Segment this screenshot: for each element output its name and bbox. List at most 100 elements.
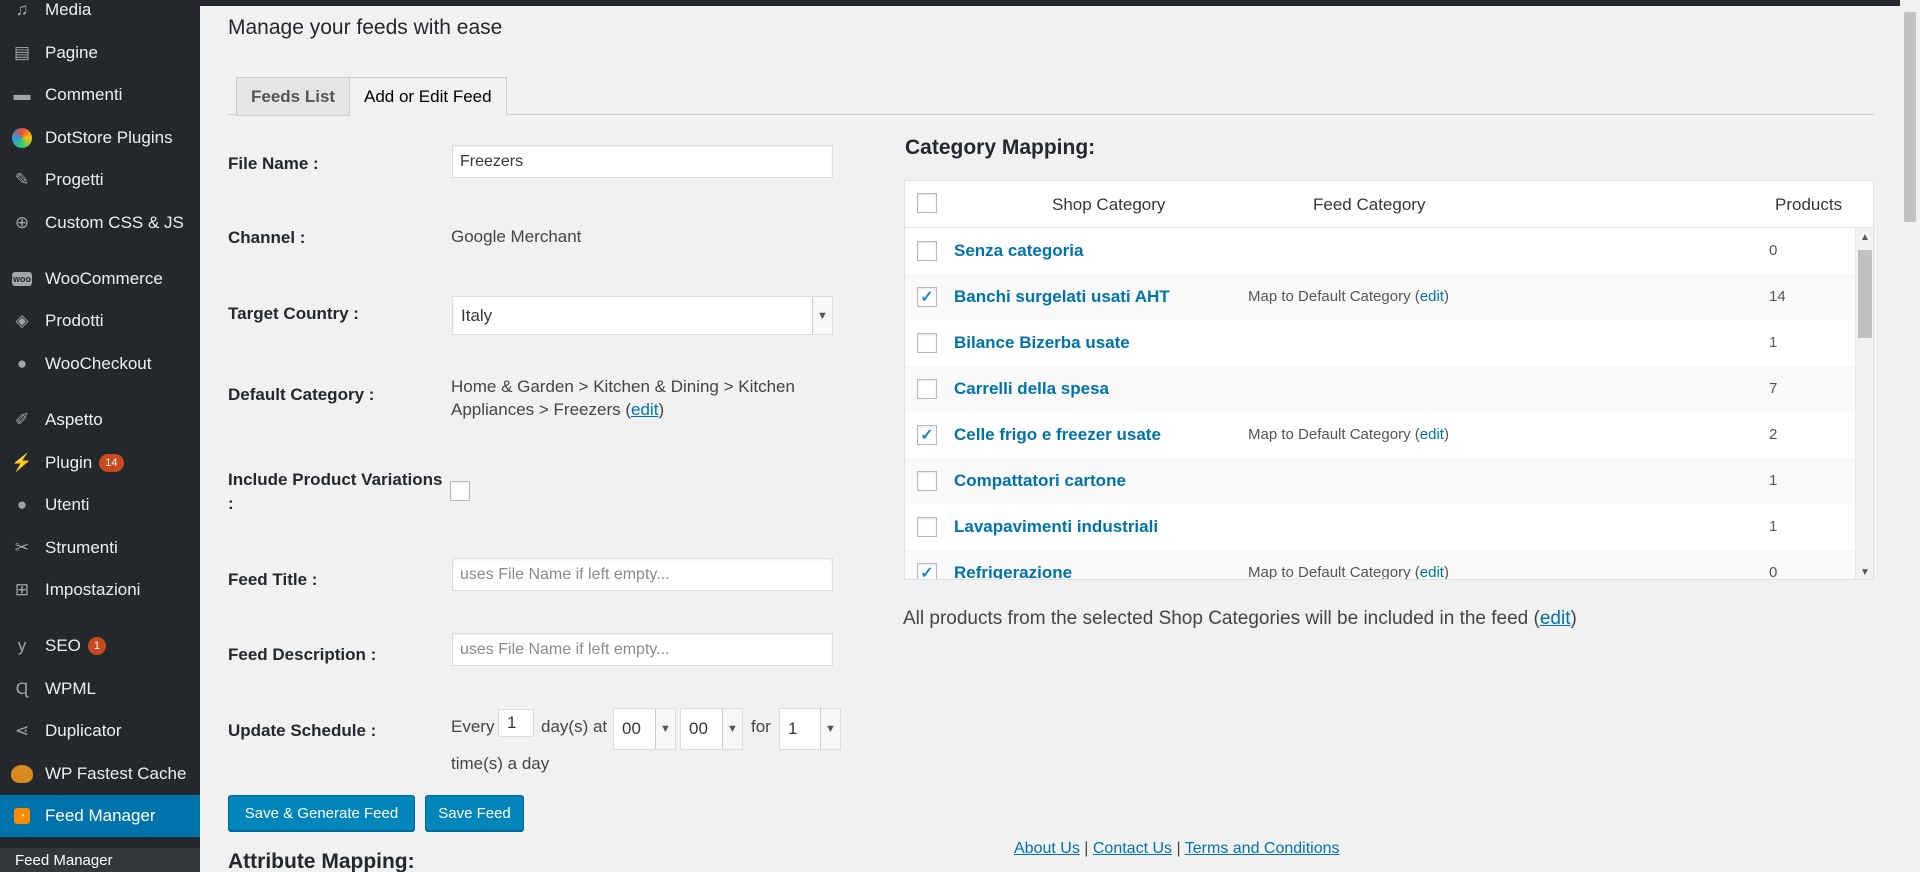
feed-category-mapping: Map to Default Category (edit) xyxy=(1248,426,1449,443)
sidebar-item-media[interactable]: ♫ Media xyxy=(0,0,200,28)
scroll-thumb[interactable] xyxy=(1858,250,1872,338)
feed-description-label: Feed Description : xyxy=(228,645,377,664)
schedule-hour-select[interactable]: 00 ▼ xyxy=(613,708,676,750)
file-name-label: File Name : xyxy=(228,154,319,173)
schedule-minute-select[interactable]: 00 ▼ xyxy=(680,708,743,750)
feed-description-input[interactable] xyxy=(452,633,833,666)
feed-title-label: Feed Title : xyxy=(228,570,318,589)
mapping-edit-link[interactable]: edit xyxy=(1420,426,1444,443)
plugin-update-badge: 14 xyxy=(99,454,124,472)
shop-category-link[interactable]: Bilance Bizerba usate xyxy=(954,333,1130,353)
table-row: ✓ Refrigerazione Map to Default Category (… xyxy=(905,550,1855,580)
shop-category-link[interactable]: Banchi surgelati usati AHT xyxy=(954,287,1170,307)
attribute-mapping-title: Attribute Mapping: xyxy=(228,850,415,872)
sidebar-item-tools[interactable]: ✂ Strumenti xyxy=(0,530,200,566)
category-row-checkbox[interactable] xyxy=(917,241,937,261)
sidebar-item-products[interactable]: ◈ Prodotti xyxy=(0,303,200,339)
sidebar-item-seo[interactable]: y SEO 1 xyxy=(0,628,200,664)
select-all-checkbox[interactable] xyxy=(917,193,937,213)
category-row-checkbox[interactable] xyxy=(917,333,937,353)
shop-category-link[interactable]: Compattatori cartone xyxy=(954,471,1126,491)
woocommerce-icon: woo xyxy=(12,272,32,286)
pages-icon: ▤ xyxy=(13,43,31,62)
product-count: 14 xyxy=(1769,288,1786,305)
chevron-down-icon: ▼ xyxy=(655,709,675,749)
default-category-label: Default Category : xyxy=(228,385,375,404)
sidebar-item-wpml[interactable]: Ɋ WPML xyxy=(0,671,200,707)
file-name-input[interactable] xyxy=(452,145,833,178)
mapping-edit-link[interactable]: edit xyxy=(1420,564,1444,579)
product-count: 7 xyxy=(1769,380,1778,397)
table-row: Bilance Bizerba usate 1 xyxy=(905,320,1855,366)
sidebar-item-feed-manager[interactable]: ◔ Feed Manager xyxy=(0,795,200,837)
target-country-select[interactable]: Italy ▼ xyxy=(452,296,833,335)
sidebar-item-projects[interactable]: ✎ Progetti xyxy=(0,162,200,198)
category-table-body[interactable]: Senza categoria 0 ✓ Banchi surgelati usati … xyxy=(905,228,1855,580)
sidebar-item-plugins[interactable]: ⚡ Plugin 14 xyxy=(0,445,200,481)
schedule-times-select[interactable]: 1 ▼ xyxy=(779,708,841,750)
product-count: 1 xyxy=(1769,472,1778,489)
sidebar-item-appearance[interactable]: ✐ Aspetto xyxy=(0,402,200,438)
terms-link[interactable]: Terms and Conditions xyxy=(1185,840,1340,857)
yoast-icon: y xyxy=(17,636,27,655)
product-count: 1 xyxy=(1769,518,1778,535)
category-row-checkbox[interactable] xyxy=(917,471,937,491)
category-row-checkbox[interactable]: ✓ xyxy=(917,287,937,307)
category-row-checkbox[interactable] xyxy=(917,379,937,399)
wrench-icon: ✂ xyxy=(14,538,30,557)
category-row-checkbox[interactable]: ✓ xyxy=(917,425,937,445)
product-count: 0 xyxy=(1769,564,1778,580)
tab-feeds-list[interactable]: Feeds List xyxy=(236,77,351,116)
save-generate-feed-button[interactable]: Save & Generate Feed xyxy=(228,795,415,831)
schedule-days-input[interactable]: 1 xyxy=(498,709,534,737)
category-table-scrollbar[interactable]: ▲ ▼ xyxy=(1855,228,1873,579)
main-content: Manage your feeds with ease Feeds List A… xyxy=(200,6,1900,872)
default-category-edit-link[interactable]: edit xyxy=(631,400,658,419)
rss-icon: ◔ xyxy=(11,805,33,827)
share-icon: ⋖ xyxy=(14,721,30,740)
category-row-checkbox[interactable]: ✓ xyxy=(917,563,937,579)
shop-category-link[interactable]: Celle frigo e freezer usate xyxy=(954,425,1161,445)
default-category-value: Home & Garden > Kitchen & Dining > Kitch… xyxy=(451,377,795,419)
category-note-edit-link[interactable]: edit xyxy=(1540,608,1571,629)
shop-category-link[interactable]: Carrelli della spesa xyxy=(954,379,1109,399)
feed-category-mapping: Map to Default Category (edit) xyxy=(1248,288,1449,305)
sidebar-item-dotstore[interactable]: DotStore Plugins xyxy=(0,120,200,156)
page-scroll-thumb[interactable] xyxy=(1904,12,1916,222)
include-variations-checkbox[interactable] xyxy=(450,481,470,501)
users-icon: ● xyxy=(16,495,28,514)
table-row: ✓ Celle frigo e freezer usate Map to Defau… xyxy=(905,412,1855,458)
shop-category-link[interactable]: Lavapavimenti industriali xyxy=(954,517,1158,537)
about-us-link[interactable]: About Us xyxy=(1014,840,1080,857)
submenu-feed-manager[interactable]: Feed Manager xyxy=(0,848,200,872)
feed-title-input[interactable] xyxy=(452,558,833,591)
shop-category-link[interactable]: Refrigerazione xyxy=(954,563,1072,579)
sidebar-item-comments[interactable]: ▬ Commenti xyxy=(0,77,200,113)
table-row: Carrelli della spesa 7 xyxy=(905,366,1855,412)
shop-category-link[interactable]: Senza categoria xyxy=(954,241,1083,261)
category-mapping-title: Category Mapping: xyxy=(905,136,1096,159)
sidebar-item-pages[interactable]: ▤ Pagine xyxy=(0,35,200,71)
plugin-icon: ⚡ xyxy=(11,453,33,472)
sidebar-item-woocheckout[interactable]: ● WooCheckout xyxy=(0,346,200,382)
save-feed-button[interactable]: Save Feed xyxy=(425,795,524,831)
scroll-down-icon[interactable]: ▼ xyxy=(1856,563,1873,579)
seo-badge: 1 xyxy=(87,637,107,655)
sidebar-item-settings[interactable]: ⊞ Impostazioni xyxy=(0,572,200,608)
sidebar-item-custom-css-js[interactable]: ⊕ Custom CSS & JS xyxy=(0,205,200,241)
product-count: 1 xyxy=(1769,334,1778,351)
contact-us-link[interactable]: Contact Us xyxy=(1093,840,1172,857)
include-variations-label: Include Product Variations : xyxy=(228,470,443,513)
schedule-times-suffix: time(s) a day xyxy=(451,754,550,773)
chevron-down-icon: ▼ xyxy=(820,709,840,749)
sidebar-item-woocommerce[interactable]: woo WooCommerce xyxy=(0,261,200,297)
tab-add-edit-feed[interactable]: Add or Edit Feed xyxy=(349,77,507,116)
sidebar-item-wp-fastest-cache[interactable]: WP Fastest Cache xyxy=(0,756,200,792)
page-scrollbar[interactable] xyxy=(1900,0,1920,872)
category-row-checkbox[interactable] xyxy=(917,517,937,537)
sidebar-item-users[interactable]: ● Utenti xyxy=(0,487,200,523)
sidebar-item-duplicator[interactable]: ⋖ Duplicator xyxy=(0,713,200,749)
plus-circle-icon: ⊕ xyxy=(14,213,30,232)
mapping-edit-link[interactable]: edit xyxy=(1420,288,1444,305)
scroll-up-icon[interactable]: ▲ xyxy=(1856,228,1873,246)
